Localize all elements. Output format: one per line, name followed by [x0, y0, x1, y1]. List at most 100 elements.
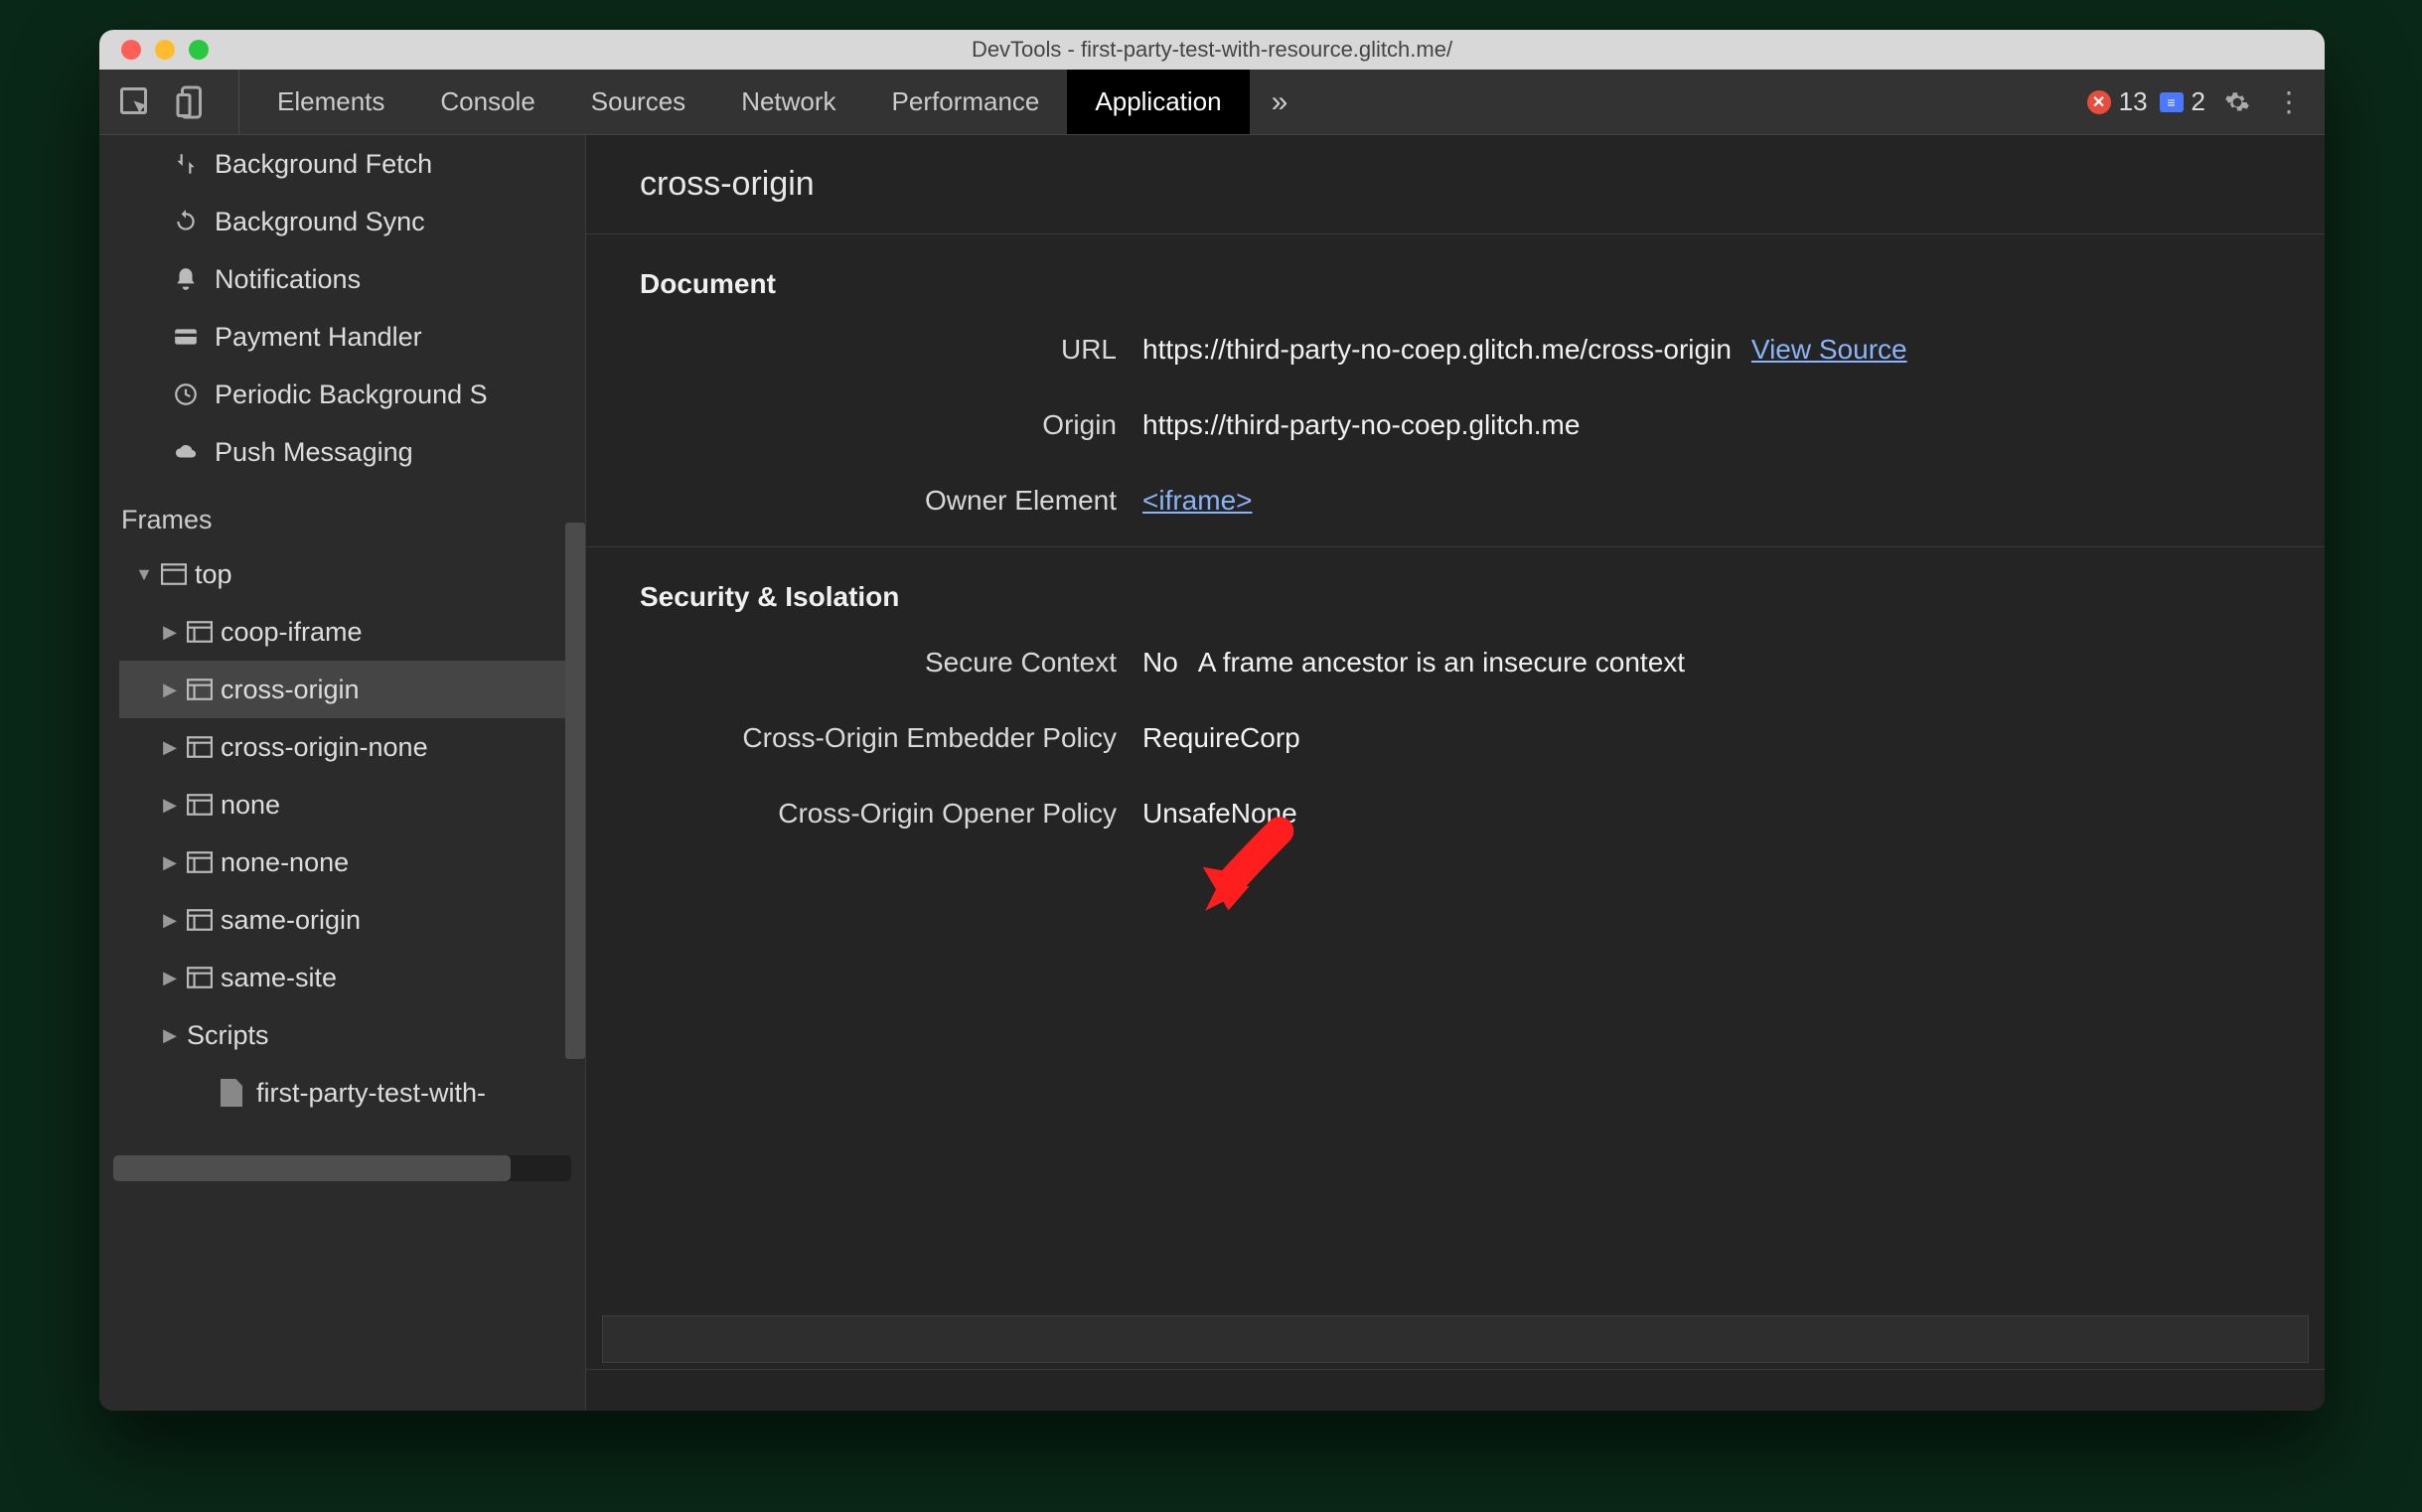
tab-sources[interactable]: Sources — [563, 70, 713, 134]
chevron-down-icon[interactable]: ▼ — [135, 564, 153, 585]
link-owner-iframe[interactable]: <iframe> — [1142, 485, 1253, 517]
link-view-source[interactable]: View Source — [1751, 334, 1907, 366]
tree-label: cross-origin — [221, 675, 360, 705]
sync-icon — [171, 209, 201, 234]
row-owner-element: Owner Element <iframe> — [586, 463, 2325, 538]
chevron-right-icon[interactable]: ▶ — [161, 852, 179, 873]
tree-item-none[interactable]: ▶ none — [119, 776, 585, 833]
sidebar-resize-handle[interactable] — [565, 523, 585, 1059]
bottom-input-bar[interactable] — [602, 1315, 2309, 1363]
label-coep: Cross-Origin Embedder Policy — [586, 722, 1142, 754]
body: Background Fetch Background Sync Notific… — [99, 135, 2325, 1411]
error-count[interactable]: ✕ 13 — [2087, 86, 2148, 117]
tree-label: same-site — [221, 963, 337, 993]
tab-application[interactable]: Application — [1067, 70, 1249, 134]
sidebar-label: Background Sync — [215, 207, 425, 237]
row-coop: Cross-Origin Opener Policy UnsafeNone — [586, 776, 2325, 851]
device-toggle-icon[interactable] — [175, 84, 211, 120]
row-origin: Origin https://third-party-no-coep.glitc… — [586, 387, 2325, 463]
inspect-icon[interactable] — [117, 84, 153, 120]
toolbar: Elements Console Sources Network Perform… — [99, 70, 2325, 135]
tree-item-cross-origin[interactable]: ▶ cross-origin — [119, 661, 585, 718]
toolbar-right: ✕ 13 ≡ 2 ⋮ — [2087, 70, 2315, 134]
tree-label: top — [195, 559, 232, 590]
chevron-right-icon[interactable]: ▶ — [161, 680, 179, 700]
tree-label: Scripts — [187, 1020, 269, 1051]
tab-elements[interactable]: Elements — [249, 70, 412, 134]
frame-icon — [187, 736, 213, 758]
kebab-menu-icon[interactable]: ⋮ — [2269, 82, 2309, 122]
label-coop: Cross-Origin Opener Policy — [586, 798, 1142, 830]
sidebar-label: Background Fetch — [215, 149, 432, 180]
frame-icon — [187, 909, 213, 931]
sidebar-item-background-sync[interactable]: Background Sync — [99, 193, 585, 250]
sidebar-item-background-fetch[interactable]: Background Fetch — [99, 135, 585, 193]
frame-icon — [187, 851, 213, 873]
tree-item-scripts[interactable]: ▶ Scripts — [119, 1006, 585, 1064]
frames-header: Frames — [99, 481, 585, 545]
chevron-right-icon[interactable]: ▶ — [161, 622, 179, 643]
security-section-header: Security & Isolation — [586, 547, 2325, 625]
frame-icon — [187, 794, 213, 816]
frame-icon — [187, 621, 213, 643]
tree-label: same-origin — [221, 905, 361, 936]
label-origin: Origin — [586, 409, 1142, 441]
frames-tree: ▼ top ▶ coop-iframe ▶ cross-origin ▶ — [99, 545, 585, 1122]
sidebar-item-payment-handler[interactable]: Payment Handler — [99, 308, 585, 366]
toolbar-left — [117, 70, 239, 134]
tree-item-cross-origin-none[interactable]: ▶ cross-origin-none — [119, 718, 585, 776]
tree-item-none-none[interactable]: ▶ none-none — [119, 833, 585, 891]
sidebar: Background Fetch Background Sync Notific… — [99, 135, 586, 1411]
devtools-window: DevTools - first-party-test-with-resourc… — [99, 30, 2325, 1411]
sidebar-label: Push Messaging — [215, 437, 413, 468]
clock-icon — [171, 381, 201, 407]
chevron-right-icon[interactable]: ▶ — [161, 795, 179, 816]
sidebar-item-periodic-sync[interactable]: Periodic Background S — [99, 366, 585, 423]
tab-network[interactable]: Network — [713, 70, 863, 134]
label-owner-element: Owner Element — [586, 485, 1142, 517]
cloud-icon — [171, 441, 201, 463]
value-coop: UnsafeNone — [1142, 798, 1297, 830]
tree-item-same-site[interactable]: ▶ same-site — [119, 949, 585, 1006]
fetch-icon — [171, 151, 201, 177]
document-section-header: Document — [586, 234, 2325, 312]
sidebar-item-push-messaging[interactable]: Push Messaging — [99, 423, 585, 481]
chevron-right-icon[interactable]: ▶ — [161, 910, 179, 931]
info-icon: ≡ — [2160, 92, 2184, 112]
row-url: URL https://third-party-no-coep.glitch.m… — [586, 312, 2325, 387]
tree-label: none-none — [221, 847, 349, 878]
label-secure-context: Secure Context — [586, 647, 1142, 679]
sidebar-horizontal-scrollbar[interactable] — [113, 1155, 571, 1181]
window-title: DevTools - first-party-test-with-resourc… — [99, 37, 2325, 63]
background-services-list: Background Fetch Background Sync Notific… — [99, 135, 585, 481]
more-tabs-icon[interactable]: » — [1250, 70, 1310, 134]
tree-item-script-file[interactable]: first-party-test-with- — [119, 1064, 585, 1122]
value-url: https://third-party-no-coep.glitch.me/cr… — [1142, 334, 1732, 366]
gear-icon[interactable] — [2217, 82, 2257, 122]
tree-item-same-origin[interactable]: ▶ same-origin — [119, 891, 585, 949]
tree-top[interactable]: ▼ top — [119, 545, 585, 603]
chevron-right-icon[interactable]: ▶ — [161, 737, 179, 758]
scrollbar-thumb[interactable] — [113, 1155, 511, 1181]
tab-performance[interactable]: Performance — [864, 70, 1068, 134]
main-panel: cross-origin Document URL https://third-… — [586, 135, 2325, 1411]
row-secure-context: Secure Context No A frame ancestor is an… — [586, 625, 2325, 700]
panel-tabs: Elements Console Sources Network Perform… — [249, 70, 1250, 134]
bell-icon — [171, 266, 201, 292]
tree-label: cross-origin-none — [221, 732, 428, 763]
chevron-right-icon[interactable]: ▶ — [161, 968, 179, 988]
tree-item-coop-iframe[interactable]: ▶ coop-iframe — [119, 603, 585, 661]
tree-label: first-party-test-with- — [256, 1078, 486, 1109]
info-count-value: 2 — [2192, 86, 2205, 117]
chevron-right-icon[interactable]: ▶ — [161, 1025, 179, 1046]
row-coep: Cross-Origin Embedder Policy RequireCorp — [586, 700, 2325, 776]
error-count-value: 13 — [2119, 86, 2148, 117]
tab-console[interactable]: Console — [412, 70, 562, 134]
sidebar-item-notifications[interactable]: Notifications — [99, 250, 585, 308]
label-url: URL — [586, 334, 1142, 366]
error-icon: ✕ — [2087, 90, 2111, 114]
file-icon — [221, 1079, 242, 1107]
frame-icon — [187, 967, 213, 988]
info-count[interactable]: ≡ 2 — [2160, 86, 2205, 117]
frame-icon — [187, 679, 213, 700]
